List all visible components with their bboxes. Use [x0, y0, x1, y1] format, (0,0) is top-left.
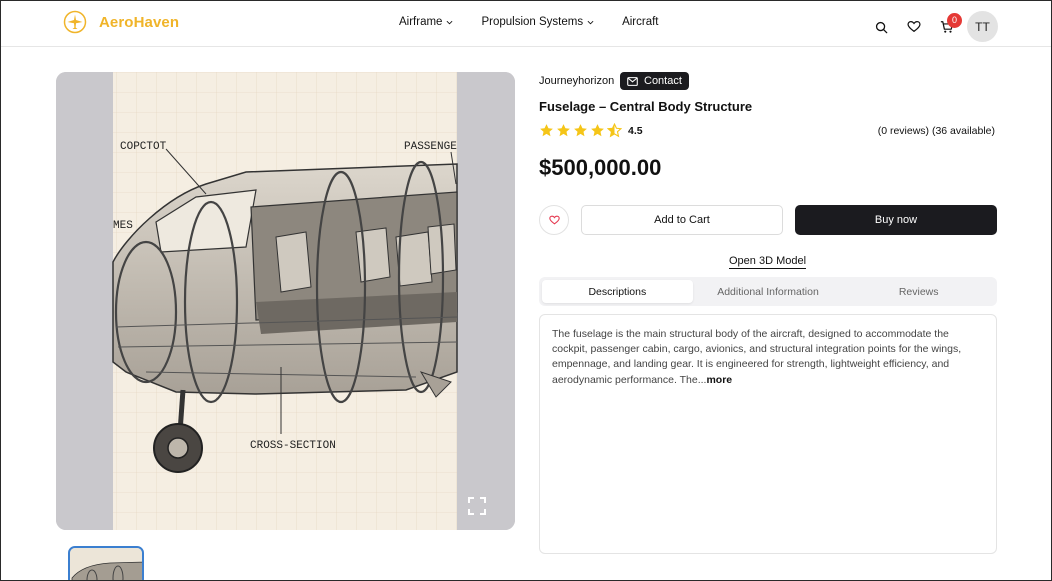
add-to-wishlist-button[interactable] — [539, 205, 569, 235]
product-price: $500,000.00 — [539, 155, 662, 180]
rating-value: 4.5 — [628, 124, 643, 137]
search-icon — [875, 21, 887, 33]
fullscreen-icon[interactable] — [467, 496, 487, 516]
tab-additional-information[interactable]: Additional Information — [693, 280, 844, 303]
star-icon — [591, 124, 604, 137]
wishlist-button[interactable] — [906, 19, 922, 35]
product-tabs: Descriptions Additional Information Revi… — [539, 277, 997, 306]
nav-propulsion-label: Propulsion Systems — [481, 16, 584, 28]
label-frames: MES — [113, 220, 133, 232]
seller-name[interactable]: Journeyhorizon — [539, 75, 614, 87]
thumbnail-image[interactable] — [68, 546, 144, 580]
header-actions: 0 TT — [873, 11, 998, 42]
top-navbar: AeroHaven Airframe Propulsion Systems Ai… — [1, 1, 1051, 47]
contact-label: Contact — [644, 75, 682, 87]
chevron-down-icon — [587, 20, 594, 24]
heart-icon — [548, 215, 560, 225]
user-avatar[interactable]: TT — [967, 11, 998, 42]
logo[interactable]: AeroHaven — [63, 10, 179, 34]
star-half-icon — [607, 123, 622, 138]
logo-text: AeroHaven — [99, 13, 180, 31]
mail-icon — [627, 76, 638, 86]
nav-airframe-label: Airframe — [399, 16, 443, 28]
main-nav: Airframe Propulsion Systems Aircraft — [399, 16, 659, 28]
tab-reviews[interactable]: Reviews — [843, 280, 994, 303]
star-icon — [557, 124, 570, 137]
label-cockpit: COPCTOT — [120, 141, 167, 153]
fuselage-illustration: COPCTOT PASSENGE MES CROSS-SECTION — [56, 72, 515, 530]
heart-icon — [907, 20, 921, 33]
label-cross-section: CROSS-SECTION — [250, 440, 336, 452]
label-passenger: PASSENGE — [404, 141, 457, 153]
chevron-down-icon — [447, 20, 453, 24]
nav-aircraft[interactable]: Aircraft — [622, 16, 658, 28]
product-main-image[interactable]: COPCTOT PASSENGE MES CROSS-SECTION — [56, 72, 515, 530]
product-title: Fuselage – Central Body Structure — [539, 99, 753, 114]
add-to-cart-button[interactable]: Add to Cart — [581, 205, 783, 235]
reviews-availability: (0 reviews) (36 available) — [877, 125, 995, 137]
star-icon — [540, 124, 553, 137]
cart-button[interactable]: 0 — [939, 12, 962, 35]
nav-airframe[interactable]: Airframe — [399, 16, 453, 28]
airplane-logo-icon — [63, 10, 87, 34]
buy-now-button[interactable]: Buy now — [795, 205, 997, 235]
read-more-link[interactable]: more — [706, 374, 732, 386]
cart-count-badge: 0 — [947, 12, 962, 28]
description-panel: The fuselage is the main structural body… — [539, 314, 997, 554]
search-button[interactable] — [873, 19, 889, 35]
contact-button[interactable]: Contact — [620, 72, 689, 90]
nav-aircraft-label: Aircraft — [622, 16, 659, 28]
rating-stars: 4.5 — [539, 123, 643, 138]
tab-descriptions[interactable]: Descriptions — [542, 280, 693, 303]
thumbnail-illustration — [70, 548, 142, 580]
nav-propulsion-systems[interactable]: Propulsion Systems — [481, 16, 594, 28]
open-3d-model-link[interactable]: Open 3D Model — [729, 255, 807, 269]
page: AeroHaven Airframe Propulsion Systems Ai… — [0, 0, 1052, 581]
star-icon — [574, 124, 587, 137]
description-text: The fuselage is the main structural body… — [552, 328, 962, 386]
